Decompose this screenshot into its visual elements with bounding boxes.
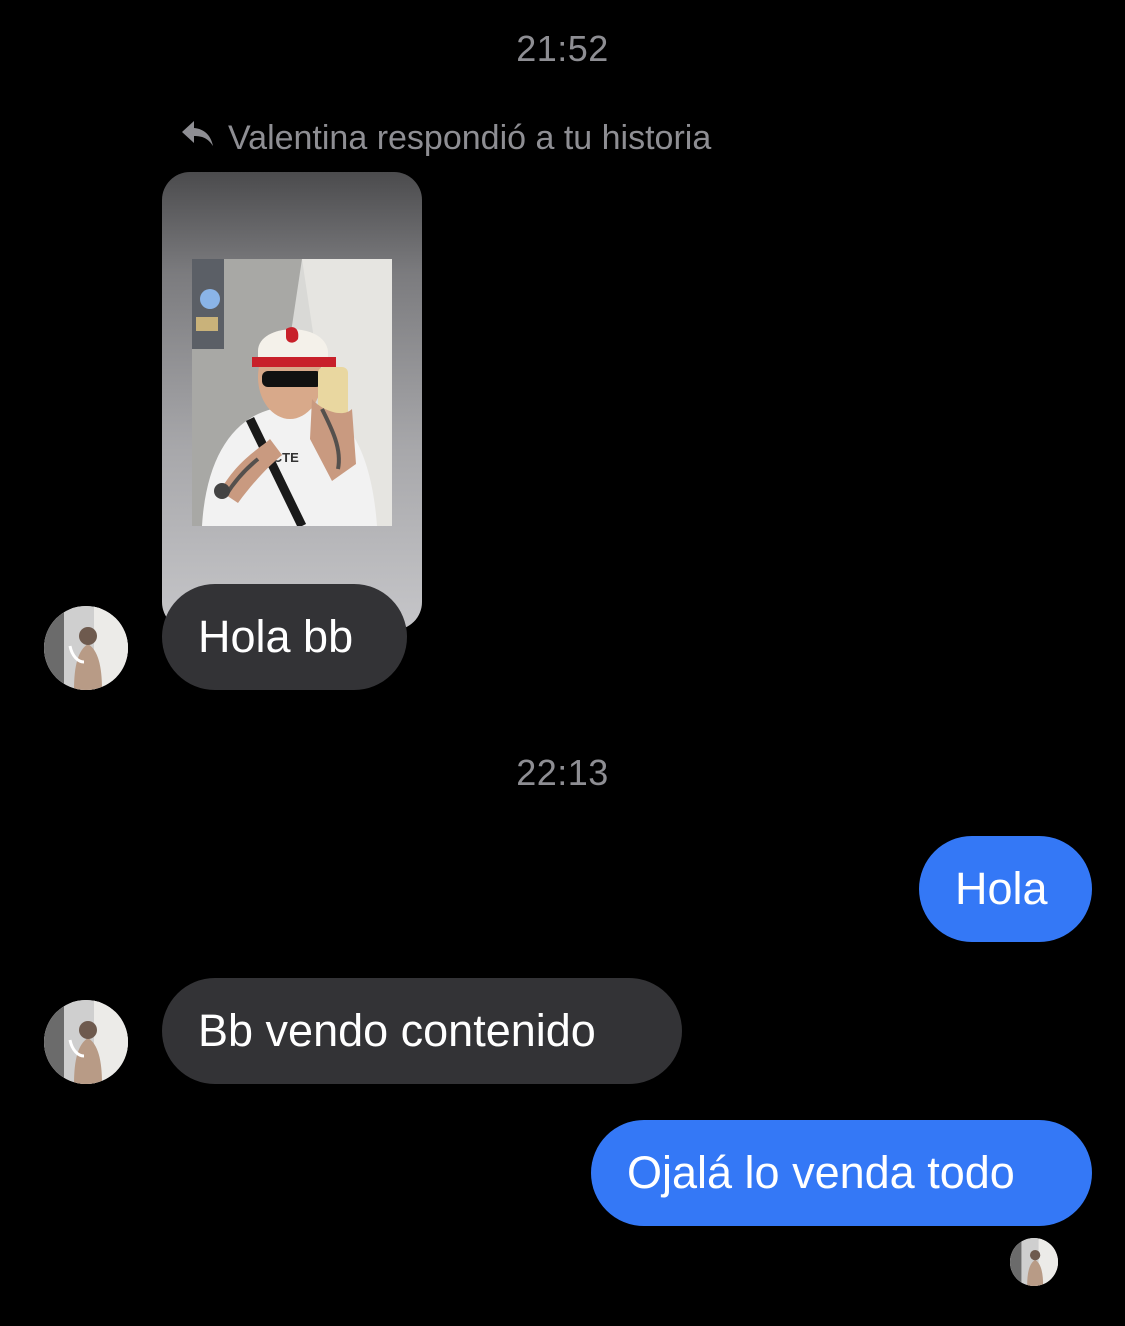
timestamp: 22:13 — [516, 752, 609, 793]
reply-note-text: Valentina respondió a tu historia — [228, 118, 712, 157]
seen-receipt-avatar — [1010, 1238, 1058, 1286]
message-bubble-incoming[interactable]: Bb vendo contenido — [162, 978, 682, 1084]
story-photo[interactable]: ABCTE — [192, 259, 392, 526]
message-text: Hola bb — [198, 611, 354, 662]
story-reply-note: Valentina respondió a tu historia — [180, 114, 711, 162]
story-reply-card[interactable]: ABCTE — [162, 172, 422, 630]
message-bubble-incoming[interactable]: Hola bb — [162, 584, 407, 690]
message-text: Hola — [955, 863, 1048, 914]
contact-avatar[interactable] — [44, 606, 128, 690]
reply-arrow-icon — [180, 119, 228, 158]
message-text: Ojalá lo venda todo — [627, 1147, 1015, 1198]
contact-avatar[interactable] — [44, 1000, 128, 1084]
message-bubble-outgoing[interactable]: Hola — [919, 836, 1092, 942]
message-bubble-outgoing[interactable]: Ojalá lo venda todo — [591, 1120, 1092, 1226]
timestamp: 21:52 — [516, 28, 609, 69]
message-text: Bb vendo contenido — [198, 1005, 596, 1056]
